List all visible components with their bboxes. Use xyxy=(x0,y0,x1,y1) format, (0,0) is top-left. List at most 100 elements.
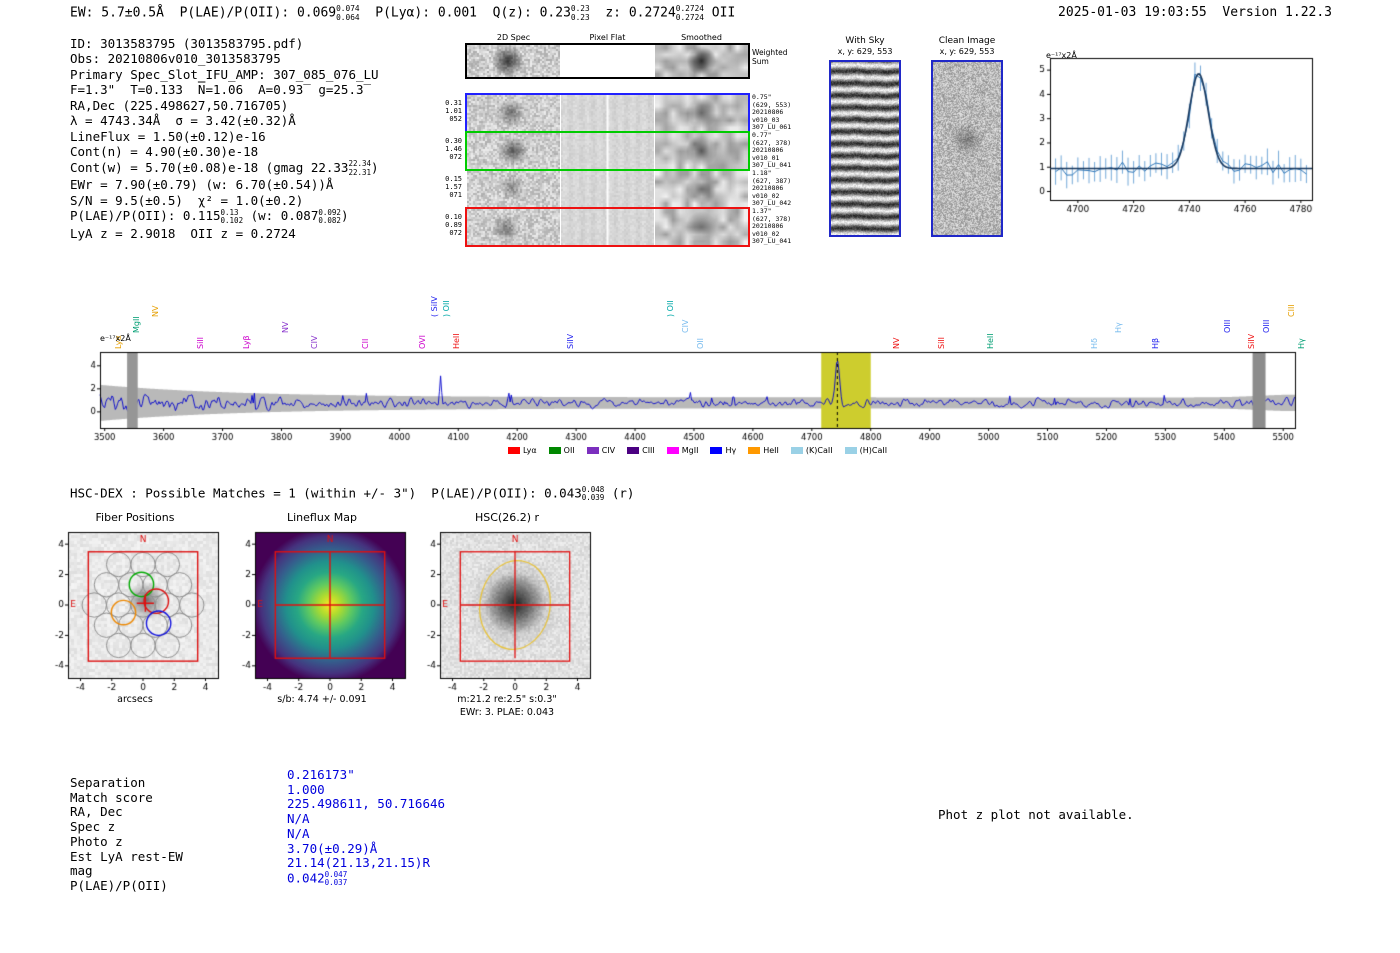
fiber3-pixelflat-image xyxy=(561,171,654,207)
info-line-id: ID: 3013583795 (3013583795.pdf) xyxy=(70,36,304,51)
legend-item: (K)CaII xyxy=(790,446,833,455)
legend-swatch xyxy=(666,447,679,454)
legend-label: Hγ xyxy=(725,446,737,455)
fiber4-pixelflat-image xyxy=(561,209,654,245)
info-line-radec: RA,Dec (225.498627,50.716705) xyxy=(70,97,289,113)
spectral-line-label: ( SiIV xyxy=(429,296,439,317)
legend-label: CIV xyxy=(601,446,616,455)
fiber3-annotation: 1.18" (627, 387) 20210806 v010_02 307_LU… xyxy=(752,169,791,208)
match-value-mag: 21.14(21.13,21.15)R xyxy=(287,855,430,871)
fiber4-weights: 0.10 0.89 072 xyxy=(432,213,462,238)
fiber2-smoothed-image xyxy=(655,133,748,169)
legend-label: OII xyxy=(563,446,575,455)
weight-value: 072 xyxy=(449,229,462,238)
zoom-spectrum-plot xyxy=(1020,48,1340,220)
fiber1-smoothed-image xyxy=(655,95,748,131)
spectral-line-label: ) OII xyxy=(665,300,675,317)
clean-image xyxy=(933,62,1001,235)
lineflux-map-title: Lineflux Map xyxy=(286,511,358,524)
info-line-sn: S/N = 9.5(±0.5) χ² = 1.0(±0.2) xyxy=(70,192,304,208)
hsc-r-caption-1: m:21.2 re:2.5" s:0.3" xyxy=(457,694,557,705)
legend-swatch xyxy=(790,447,803,454)
fiber3-weights: 0.15 1.57 071 xyxy=(432,175,462,200)
weight-value: 071 xyxy=(449,191,462,200)
legend-label: (H)CaII xyxy=(859,446,888,455)
legend-item: OII xyxy=(548,446,575,455)
legend-label: HeII xyxy=(763,446,779,455)
lineflux-caption: s/b: 4.74 +/- 0.091 xyxy=(277,694,367,705)
match-value-separation: 0.216173" xyxy=(287,767,355,782)
legend-label: MgII xyxy=(681,446,699,455)
weight-value: 0.30 xyxy=(445,137,462,145)
weight-value: 1.01 xyxy=(445,107,462,116)
info-line-primary-ifu: Primary Spec_Slot_IFU_AMP: 307_085_076_L… xyxy=(70,66,379,82)
match-label-score: Match score xyxy=(70,789,153,805)
hsc-dex-summary: HSC-DEX : Possible Matches = 1 (within +… xyxy=(70,485,635,503)
legend-label: CIII xyxy=(642,446,655,455)
legend-swatch xyxy=(844,447,857,454)
legend-swatch xyxy=(586,447,599,454)
spectral-line-label: OIII xyxy=(1223,319,1233,333)
legend-item: (H)CaII xyxy=(844,446,888,455)
clean-image-xy: x, y: 629, 553 xyxy=(939,47,995,56)
legend-label: (K)CaII xyxy=(805,446,833,455)
match-value-plae: 0.042 0.047 0.037 xyxy=(287,869,348,888)
info-line-ewr: EWr = 7.90(±0.79) (w: 6.70(±0.54))Å xyxy=(70,177,334,193)
legend-swatch xyxy=(548,447,561,454)
fiber3-2dspec-image xyxy=(467,171,560,207)
fiber4-annotation: 1.37" (627, 378) 20210806 v010_02 307_LU… xyxy=(752,207,792,246)
full-spectrum-plot xyxy=(70,345,1325,447)
spectral-line-label: NV xyxy=(281,321,291,333)
fiber-positions-title: Fiber Positions xyxy=(95,511,175,524)
header-meta: 2025-01-03 19:03:55 Version 1.22.3 xyxy=(1058,5,1332,20)
legend-item: HeII xyxy=(748,446,779,455)
fiber2-pixelflat-image xyxy=(561,133,654,169)
photz-unavailable-note: Phot z plot not available. xyxy=(938,807,1134,822)
weight-value: 1.46 xyxy=(445,145,462,154)
column-header-pixelflat: Pixel Flat xyxy=(589,33,626,42)
match-label-radec: RA, Dec xyxy=(70,804,123,820)
match-label-mag: mag xyxy=(70,863,93,879)
match-value-photoz: N/A xyxy=(287,825,310,841)
fiber-positions-xlabel: arcsecs xyxy=(117,694,153,705)
annotation-line: 307_LU_041 xyxy=(752,237,792,245)
legend-item: CIV xyxy=(586,446,616,455)
weighted-smoothed-image xyxy=(655,45,748,77)
info-line-plae: P(LAE)/P(OII): 0.115 0.13 0.102 (w: 0.087 0… xyxy=(70,207,349,226)
fiber1-annotation: 0.75" (629, 553) 20210806 v010_03 307_LU… xyxy=(752,93,791,132)
match-label-separation: Separation xyxy=(70,775,146,790)
info-line-cont-n: Cont(n) = 4.90(±0.30)e-18 xyxy=(70,144,259,160)
fiber4-2dspec-image xyxy=(467,209,560,245)
legend-swatch xyxy=(507,447,520,454)
fiber1-weights: 0.31 1.01 052 xyxy=(432,99,462,124)
match-label-specz: Spec z xyxy=(70,819,116,835)
with-sky-xy: x, y: 629, 553 xyxy=(837,47,893,56)
weighted-2dspec-image xyxy=(467,45,560,77)
fiber2-annotation: 0.77" (627, 378) 20210806 v010_01 307_LU… xyxy=(752,131,791,170)
weight-value: 0.89 xyxy=(445,221,462,230)
info-line-cont-w: Cont(w) = 5.70(±0.08)e-18 (gmag 22.33 22.… xyxy=(70,159,379,177)
spectrum-legend: Lyα OII CIV CIII MgII Hγ HeII (K)CaII (H)CaII xyxy=(100,446,1295,455)
match-value-radec: 225.498611, 50.716646 xyxy=(287,796,446,812)
hsc-r-caption-2: EWr: 3. PLAE: 0.043 xyxy=(459,707,555,718)
fiber-positions-map xyxy=(40,524,230,694)
legend-item: Hγ xyxy=(710,446,736,455)
elixer-report-page: EW: 5.7±0.5Å P(LAE)/P(OII): 0.069 0.074 0.… xyxy=(0,0,1400,953)
info-block: ID: 3013583795 (3013583795.pdf) Obs: 202… xyxy=(70,36,379,241)
info-line-lineflux: LineFlux = 1.50(±0.12)e-16 xyxy=(70,128,266,144)
full-spectrum-ylabel: e⁻¹⁷x2Å xyxy=(100,334,131,343)
with-sky-title: With Sky xyxy=(845,36,885,46)
spectral-line-label: CIII xyxy=(1286,304,1296,317)
weight-value: 0.10 xyxy=(445,213,462,221)
clean-image-title: Clean Image xyxy=(938,36,996,46)
hsc-r-title: HSC(26.2) r xyxy=(474,511,540,524)
with-sky-image xyxy=(831,62,899,235)
match-value-restew: 3.70(±0.29)Å xyxy=(287,840,378,856)
spectral-line-label: ) OII xyxy=(441,300,451,317)
lineflux-map xyxy=(227,524,417,694)
fiber2-2dspec-image xyxy=(467,133,560,169)
weighted-sum-label: Weighted Sum xyxy=(752,48,788,67)
match-label-restew: Est LyA rest-EW xyxy=(70,848,183,864)
weighted-label-line2: Sum xyxy=(752,56,769,66)
report-timestamp: 2025-01-03 19:03:55 xyxy=(1058,5,1207,20)
